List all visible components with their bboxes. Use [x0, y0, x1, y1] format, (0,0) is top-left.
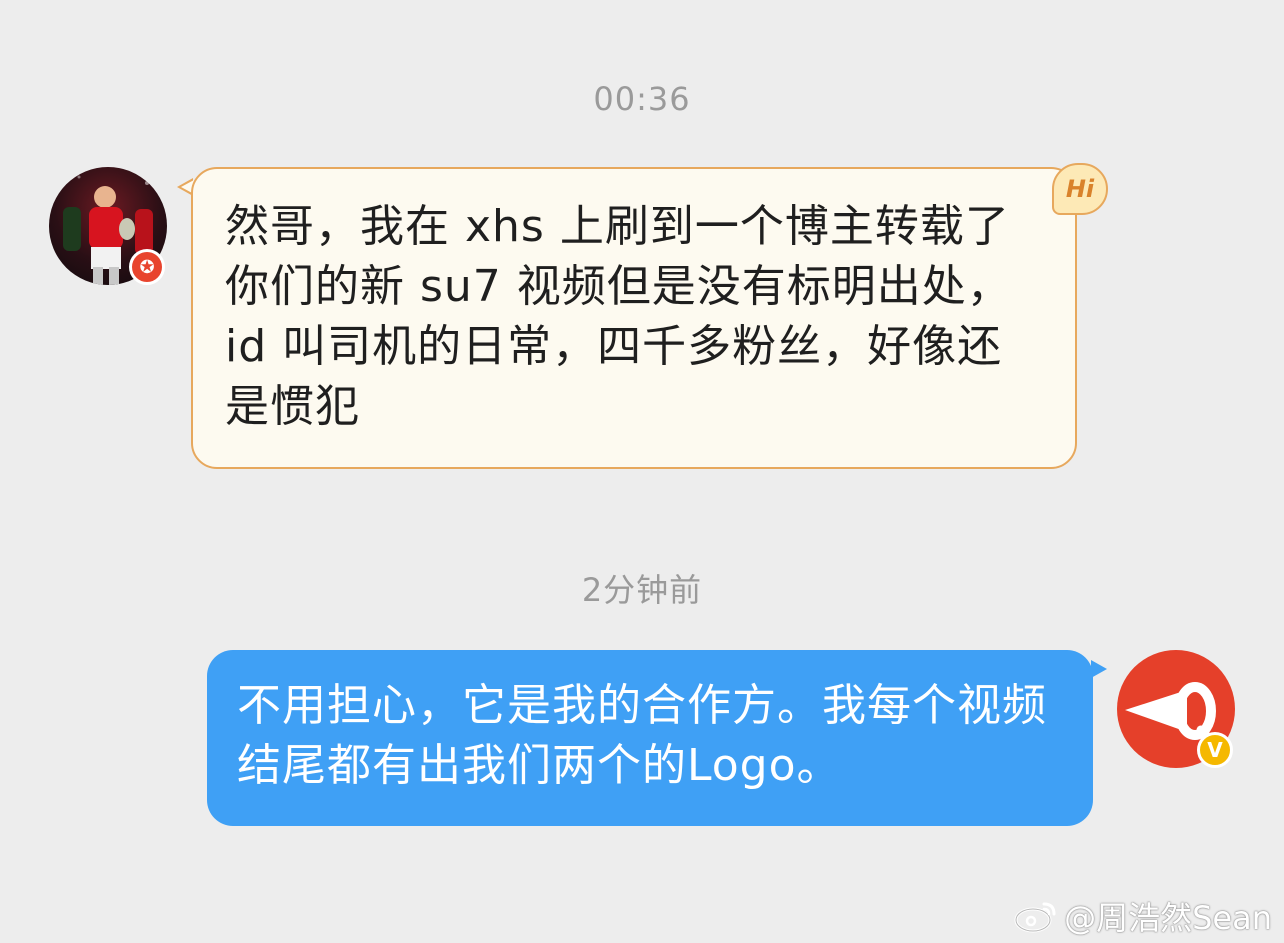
hi-sticker-icon: Hi — [1052, 163, 1108, 215]
watermark: @周浩然Sean — [1014, 893, 1272, 939]
star-badge-icon: ✪ — [129, 249, 165, 285]
incoming-message-bubble[interactable]: 然哥，我在 xhs 上刷到一个博主转载了你们的新 su7 视频但是没有标明出处，… — [191, 167, 1077, 469]
message-timestamp: 2分钟前 — [581, 571, 703, 609]
verified-badge-icon: V — [1197, 732, 1233, 768]
message-timestamp: 00:36 — [593, 80, 691, 118]
weibo-icon — [1014, 902, 1056, 933]
outgoing-message-bubble[interactable]: 不用担心，它是我的合作方。我每个视频结尾都有出我们两个的Logo。 — [207, 650, 1093, 826]
watermark-text: @周浩然Sean — [1064, 899, 1272, 937]
outgoing-bubble-tail — [1091, 660, 1107, 678]
